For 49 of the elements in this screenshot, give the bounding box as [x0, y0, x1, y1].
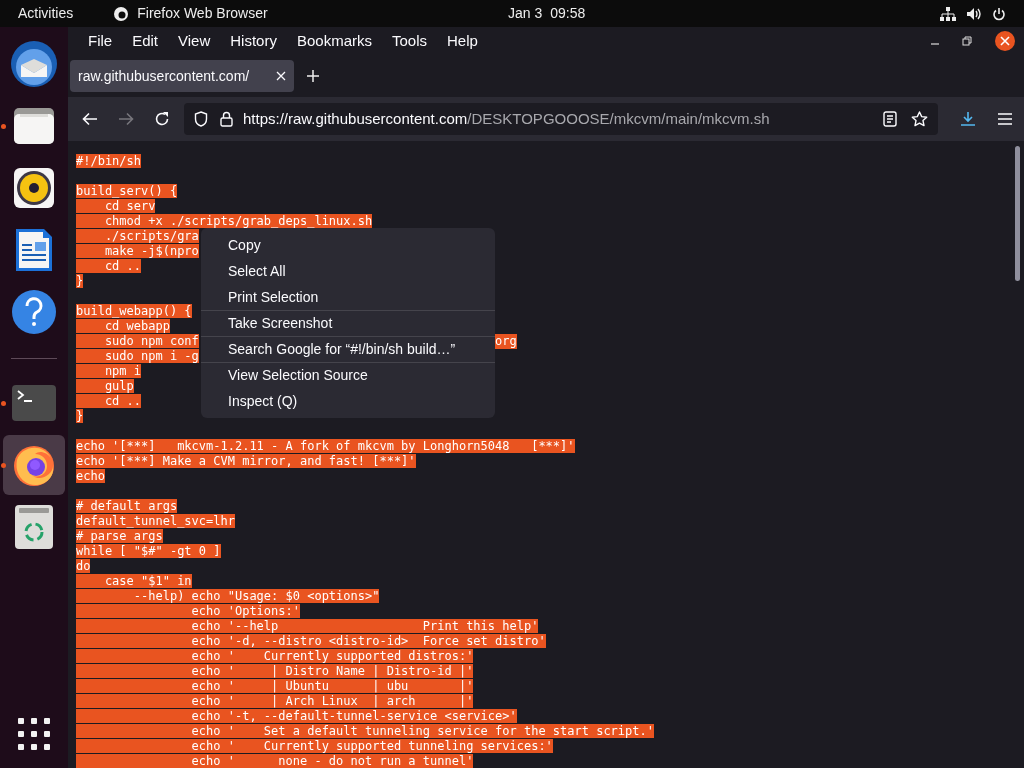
menu-icon[interactable] [998, 113, 1012, 125]
lock-icon[interactable] [220, 111, 233, 127]
menu-item[interactable]: History [220, 29, 287, 53]
code-fragment: org [495, 334, 517, 349]
close-icon[interactable] [994, 30, 1016, 52]
scrollbar-thumb[interactable] [1015, 146, 1020, 281]
menu-item[interactable]: Help [437, 29, 488, 53]
context-menu-item[interactable]: Inspect (Q) [201, 388, 495, 414]
terminal-icon[interactable] [12, 385, 56, 421]
context-menu-item[interactable]: Copy [201, 232, 495, 258]
address-bar[interactable]: https://raw.githubusercontent.com/DESKTOPGOOOSE/mkcvm/main/mkcvm.sh [184, 103, 938, 135]
forward-icon[interactable] [118, 112, 134, 126]
speaker-icon[interactable] [12, 166, 56, 210]
running-indicator [1, 463, 6, 468]
power-icon[interactable] [992, 6, 1006, 21]
volume-icon[interactable] [966, 6, 982, 21]
download-icon[interactable] [960, 111, 976, 127]
menu-item[interactable]: Tools [382, 29, 437, 53]
menu-item[interactable]: Bookmarks [286, 29, 382, 53]
bookmark-star-icon[interactable] [911, 111, 928, 127]
context-menu-item[interactable]: Search Google for “#!/bin/sh build…” [201, 336, 495, 362]
menu-item[interactable]: Edit [122, 29, 169, 53]
new-tab-icon[interactable] [306, 69, 320, 83]
activities-button[interactable]: Activities [18, 3, 74, 24]
dock-item[interactable] [3, 435, 65, 495]
app-grid-icon[interactable] [18, 718, 50, 750]
network-icon[interactable] [940, 6, 956, 21]
menu-item[interactable]: View [168, 29, 221, 53]
running-indicator [1, 124, 6, 129]
back-icon[interactable] [82, 112, 98, 126]
browser-icon [113, 5, 130, 22]
document-icon[interactable] [14, 227, 54, 273]
reload-icon[interactable] [154, 111, 170, 127]
context-menu-item[interactable]: Select All [201, 258, 495, 284]
help-icon[interactable] [11, 289, 57, 335]
mail-app-icon[interactable] [9, 39, 59, 89]
menu-item[interactable]: File [78, 29, 123, 53]
shield-icon[interactable] [194, 111, 208, 127]
close-tab-icon[interactable] [276, 71, 286, 81]
url-text: https://raw.githubusercontent.com/DESKTOPGOOOSE/mkcvm/main/mkcvm.sh [243, 108, 770, 129]
reader-view-icon[interactable] [883, 111, 897, 127]
running-indicator [1, 401, 6, 406]
context-menu-item[interactable]: Print Selection [201, 284, 495, 310]
restore-icon[interactable] [962, 36, 972, 46]
clock[interactable]: Jan 3 09:58 [508, 3, 586, 24]
app-name[interactable]: Firefox Web Browser [137, 3, 268, 24]
context-menu-item[interactable]: Take Screenshot [201, 310, 495, 336]
tab[interactable]: raw.githubusercontent.com/ [70, 60, 294, 92]
context-menu-item[interactable]: View Selection Source [201, 362, 495, 388]
